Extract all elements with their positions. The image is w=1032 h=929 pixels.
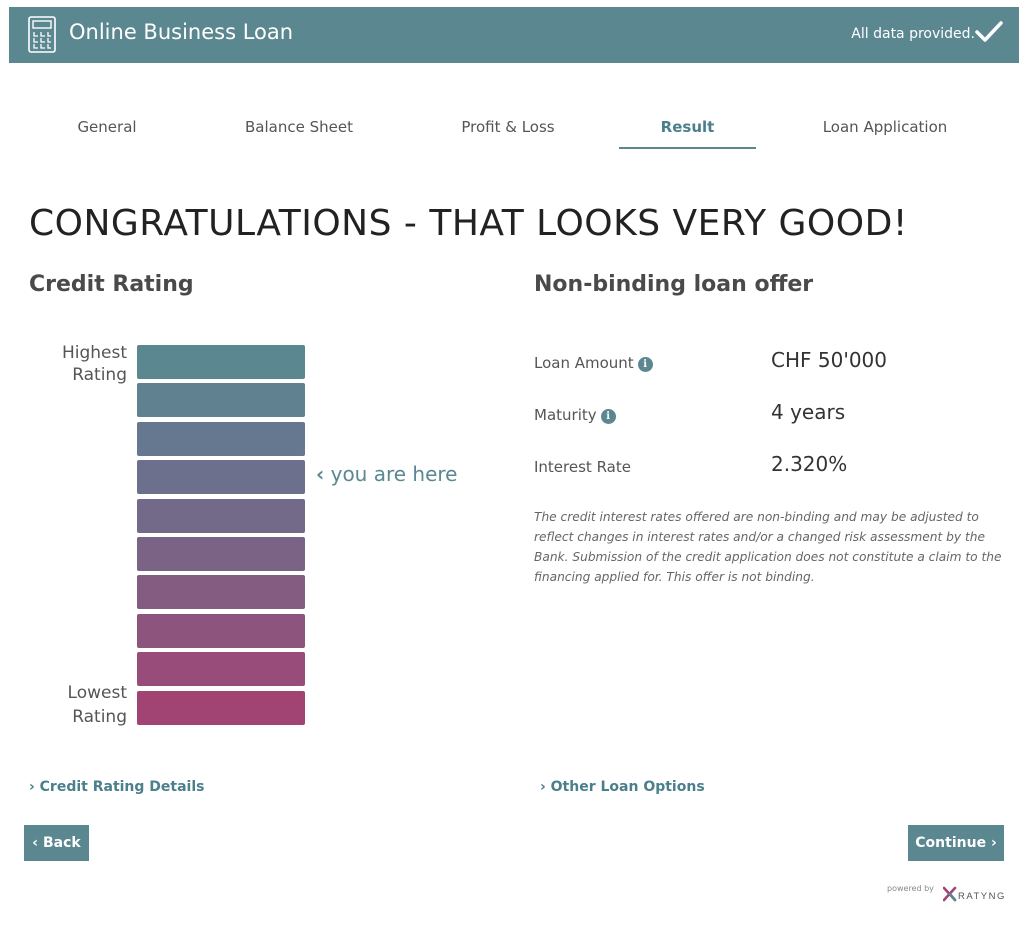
tab-general[interactable]: General bbox=[62, 110, 152, 149]
maturity-text: Maturity bbox=[534, 406, 597, 424]
tab-balance-sheet[interactable]: Balance Sheet bbox=[229, 110, 369, 149]
back-button-label: Back bbox=[42, 835, 81, 851]
calculator-icon bbox=[28, 16, 56, 53]
powered-by-text: powered by bbox=[887, 884, 934, 893]
tab-result[interactable]: Result bbox=[619, 110, 756, 149]
step-tabs: General Balance Sheet Profit & Loss Resu… bbox=[0, 110, 1032, 150]
interest-rate-value: 2.320% bbox=[771, 452, 848, 476]
app-title: Online Business Loan bbox=[69, 20, 294, 44]
rating-bar bbox=[137, 614, 305, 648]
rating-bar bbox=[137, 460, 305, 494]
offer-title: Non-binding loan offer bbox=[534, 272, 814, 297]
credit-rating-details-label: Credit Rating Details bbox=[39, 779, 205, 795]
maturity-label: Maturity i bbox=[534, 406, 616, 424]
loan-amount-value: CHF 50'000 bbox=[771, 348, 887, 372]
loan-amount-label: Loan Amount i bbox=[534, 354, 653, 372]
rating-bar bbox=[137, 537, 305, 571]
rating-bar bbox=[137, 691, 305, 725]
continue-button-label: Continue bbox=[915, 835, 987, 851]
credit-rating-details-link[interactable]: › Credit Rating Details bbox=[29, 779, 204, 795]
rating-bar bbox=[137, 422, 305, 456]
chevron-right-icon: › bbox=[29, 779, 35, 795]
highest-rating-label: Highest Rating bbox=[61, 343, 127, 385]
loan-amount-text: Loan Amount bbox=[534, 354, 634, 372]
checkmark-icon bbox=[975, 21, 1003, 42]
info-icon[interactable]: i bbox=[637, 357, 653, 372]
lowest-rating-label: Lowest Rating bbox=[67, 683, 127, 727]
page-headline: CONGRATULATIONS - THAT LOOKS VERY GOOD! bbox=[29, 203, 908, 244]
rating-bar bbox=[137, 345, 305, 379]
tab-loan-application[interactable]: Loan Application bbox=[805, 110, 965, 149]
offer-disclaimer: The credit interest rates offered are no… bbox=[534, 510, 1002, 584]
ratyng-logo: RATYNG bbox=[943, 886, 1006, 902]
tab-profit-loss[interactable]: Profit & Loss bbox=[443, 110, 573, 149]
svg-text:RATYNG: RATYNG bbox=[958, 891, 1006, 902]
interest-rate-label: Interest Rate bbox=[534, 458, 631, 476]
rating-bar bbox=[137, 499, 305, 533]
rating-bar bbox=[137, 575, 305, 609]
back-button[interactable]: ‹ Back bbox=[24, 825, 89, 861]
continue-button[interactable]: Continue › bbox=[908, 825, 1004, 861]
rating-bar bbox=[137, 383, 305, 417]
info-icon[interactable]: i bbox=[600, 409, 616, 424]
chevron-right-icon: › bbox=[540, 779, 546, 795]
marker-text: you are here bbox=[330, 462, 458, 486]
chevron-right-icon: › bbox=[990, 835, 997, 851]
rating-bar bbox=[137, 652, 305, 686]
status-text: All data provided. bbox=[851, 26, 975, 42]
credit-rating-title: Credit Rating bbox=[29, 272, 194, 297]
other-loan-options-link[interactable]: › Other Loan Options bbox=[540, 779, 705, 795]
chevron-left-icon: ‹ bbox=[32, 835, 39, 851]
other-loan-options-label: Other Loan Options bbox=[550, 779, 705, 795]
rating-marker: ‹ you are here bbox=[316, 462, 457, 486]
maturity-value: 4 years bbox=[771, 400, 846, 424]
app-header: Online Business Loan All data provided. bbox=[9, 7, 1019, 63]
chevron-left-icon: ‹ bbox=[316, 462, 325, 486]
